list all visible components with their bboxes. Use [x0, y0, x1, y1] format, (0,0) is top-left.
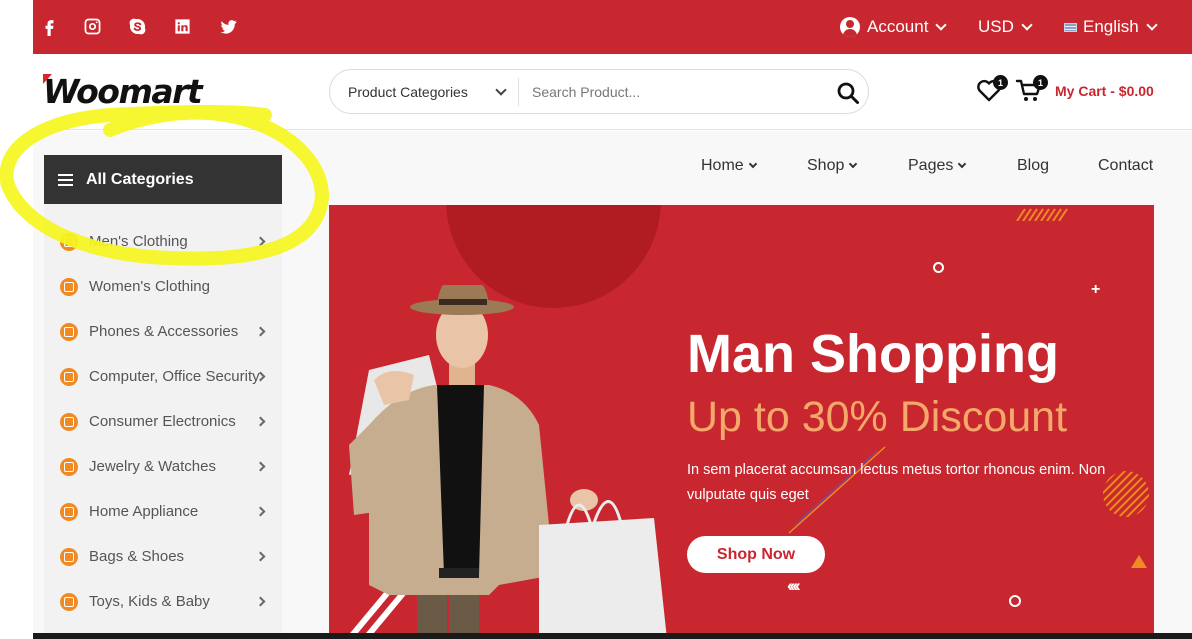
toy-icon — [60, 592, 78, 611]
category-label: Consumer Electronics — [89, 413, 236, 430]
search-input[interactable] — [532, 78, 822, 106]
chevron-right-icon — [255, 551, 266, 562]
facebook-icon[interactable] — [37, 14, 61, 38]
product-category-select[interactable]: Product Categories — [348, 70, 468, 113]
plus-decoration: + — [1091, 281, 1101, 298]
bottom-edge — [33, 633, 1192, 639]
twitter-icon[interactable] — [216, 14, 240, 38]
chevron-right-icon — [255, 416, 266, 427]
computer-icon — [60, 367, 78, 386]
logo-mark-icon — [43, 74, 52, 84]
category-select-label: Product Categories — [348, 83, 468, 100]
nav-blog-label: Blog — [1017, 157, 1050, 174]
ring-decoration — [1009, 595, 1021, 607]
phone-icon — [60, 322, 78, 341]
category-item-bags-shoes[interactable]: Bags & Shoes — [44, 534, 282, 579]
category-item-computer-office-security[interactable]: Computer, Office Security — [44, 354, 282, 399]
category-label: Jewelry & Watches — [89, 458, 216, 475]
category-label: Phones & Accessories — [89, 323, 239, 340]
chevrons-left-decoration: ‹‹‹‹ — [787, 576, 801, 595]
site-logo[interactable]: Woomart — [43, 72, 203, 111]
banner-title: Man Shopping — [687, 324, 1059, 384]
hamburger-menu-icon — [58, 173, 73, 186]
category-item-consumer-electronics[interactable]: Consumer Electronics — [44, 399, 282, 444]
triangle-decoration — [1131, 555, 1147, 568]
chevron-right-icon — [255, 596, 266, 607]
ring-decoration — [933, 262, 944, 273]
category-item-mens-clothing[interactable]: Men's Clothing — [44, 219, 282, 264]
top-bar: Account USD English — [33, 0, 1192, 54]
chevron-down-icon — [1021, 18, 1033, 31]
nav-home[interactable]: Home — [701, 157, 757, 175]
bag-icon — [60, 547, 78, 566]
nav-home-label: Home — [701, 157, 744, 174]
chevron-right-icon — [255, 461, 266, 472]
cart-total-link[interactable]: My Cart - $0.00 — [1055, 83, 1154, 99]
linkedin-icon[interactable] — [170, 14, 194, 38]
category-item-jewelry-watches[interactable]: Jewelry & Watches — [44, 444, 282, 489]
category-item-phones-accessories[interactable]: Phones & Accessories — [44, 309, 282, 354]
chevron-down-icon — [495, 84, 507, 96]
currency-selector[interactable]: USD — [978, 0, 1033, 54]
chevron-right-icon — [255, 506, 266, 517]
nav-shop-label: Shop — [807, 157, 845, 174]
home-appliance-icon — [60, 502, 78, 521]
search-bar: Product Categories — [329, 69, 869, 114]
account-label: Account — [867, 17, 929, 36]
all-categories-button[interactable]: All Categories — [44, 155, 282, 204]
nav-shop[interactable]: Shop — [807, 157, 858, 175]
chevron-down-icon — [748, 159, 757, 169]
category-label: Computer, Office Security — [89, 368, 260, 385]
mens-clothing-icon — [60, 232, 78, 251]
banner-description: In sem placerat accumsan lectus metus to… — [687, 462, 1106, 503]
nav-blog[interactable]: Blog — [1017, 157, 1049, 175]
nav-contact[interactable]: Contact — [1098, 157, 1153, 175]
chevron-down-icon — [849, 159, 858, 169]
womens-clothing-icon — [60, 277, 78, 296]
nav-pages-label: Pages — [908, 157, 954, 174]
chevron-right-icon — [255, 326, 266, 337]
category-label: Men's Clothing — [89, 233, 188, 250]
chevron-down-icon — [935, 18, 948, 31]
category-label: Toys, Kids & Baby — [89, 593, 210, 610]
chevron-down-icon — [1146, 18, 1158, 31]
category-label: Bags & Shoes — [89, 548, 185, 565]
chevron-down-icon — [958, 159, 967, 169]
nav-pages[interactable]: Pages — [908, 157, 967, 175]
category-item-home-appliance[interactable]: Home Appliance — [44, 489, 282, 534]
electronics-icon — [60, 412, 78, 431]
language-label: English — [1083, 17, 1139, 36]
chevron-right-icon — [255, 236, 266, 247]
jewelry-icon — [60, 457, 78, 476]
divider — [518, 78, 519, 106]
language-selector[interactable]: English — [1064, 0, 1158, 54]
page-left-margin — [0, 0, 33, 639]
category-item-womens-clothing[interactable]: Women's Clothing — [44, 264, 282, 309]
search-icon[interactable] — [836, 81, 860, 105]
user-icon — [840, 17, 860, 37]
wishlist-count-badge: 1 — [993, 75, 1008, 90]
man-shopping-image — [349, 285, 667, 639]
site-header: Woomart Product Categories 1 1 My Cart -… — [33, 54, 1192, 130]
category-label: Women's Clothing — [89, 278, 210, 295]
banner-subtitle: Up to 30% Discount — [687, 393, 1068, 441]
skype-icon[interactable] — [125, 14, 149, 38]
all-categories-label: All Categories — [86, 170, 194, 188]
category-label: Home Appliance — [89, 503, 199, 520]
hero-banner: + ‹‹‹‹ Man Shopping Up to 30% Discount I… — [329, 205, 1154, 639]
currency-label: USD — [978, 17, 1014, 36]
cart-count-badge: 1 — [1033, 75, 1048, 90]
nav-contact-label: Contact — [1098, 157, 1154, 174]
flag-icon — [1064, 22, 1077, 32]
category-item-toys-kids-baby[interactable]: Toys, Kids & Baby — [44, 579, 282, 624]
instagram-icon[interactable] — [80, 14, 104, 38]
category-list: Men's Clothing Women's Clothing Phones &… — [44, 204, 282, 639]
shop-now-button[interactable]: Shop Now — [687, 536, 825, 573]
account-menu[interactable]: Account — [840, 0, 948, 54]
stripes-decoration — [1016, 208, 1068, 221]
